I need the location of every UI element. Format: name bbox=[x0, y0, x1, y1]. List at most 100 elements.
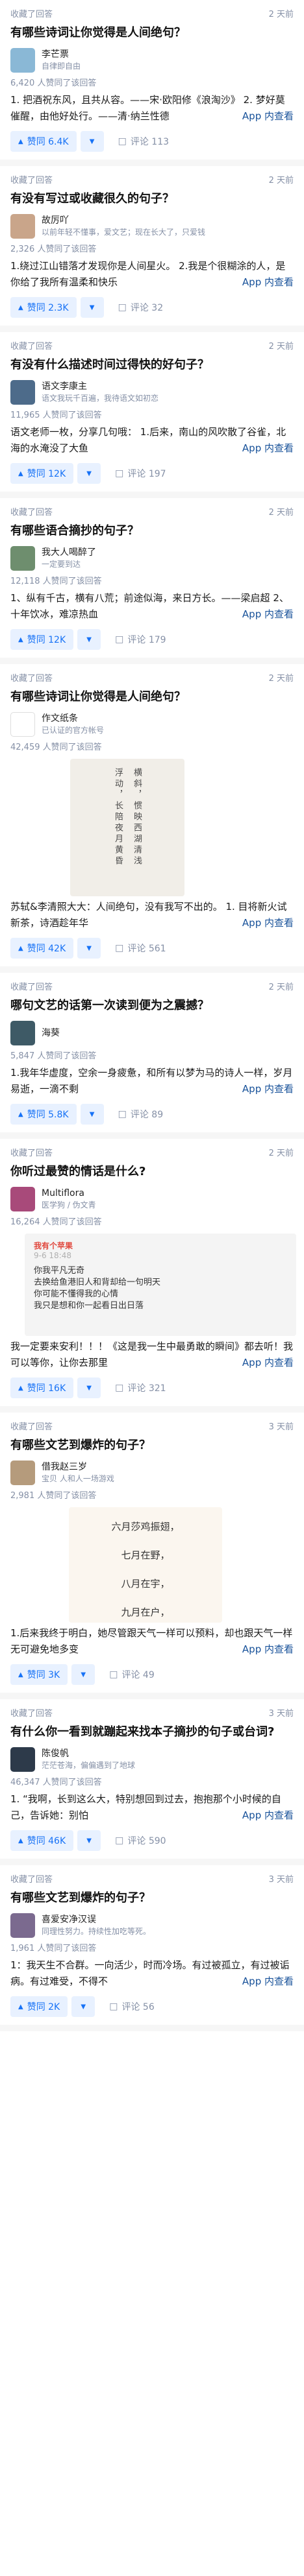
question-title[interactable]: 有哪些诗词让你觉得是人间绝句？ bbox=[10, 689, 294, 706]
author-row[interactable]: 借我赵三岁 宝贝 人和人一场游戏 bbox=[10, 1461, 294, 1485]
upvote-button[interactable]: ▲ 赞同 3K bbox=[10, 1664, 68, 1685]
author-name[interactable]: 陈俊帆 bbox=[42, 1748, 135, 1760]
downvote-button[interactable]: ▼ bbox=[71, 1996, 95, 2017]
downvote-button[interactable]: ▼ bbox=[77, 1830, 101, 1851]
feed-card[interactable]: 收藏了回答 2 天前 有哪些语合摘抄的句子？ 我大人喝醉了 一定要到达 12,1… bbox=[0, 498, 304, 664]
read-in-app-link[interactable]: App 内查看 bbox=[239, 915, 294, 931]
upvote-button[interactable]: ▲ 赞同 16K bbox=[10, 1377, 74, 1398]
read-in-app-link[interactable]: App 内查看 bbox=[239, 1081, 294, 1097]
read-in-app-link[interactable]: App 内查看 bbox=[239, 1974, 294, 1990]
author-name[interactable]: 故厉吖 bbox=[42, 215, 205, 227]
answer-excerpt[interactable]: 苏轼&李清照大大：人间绝句，没有我写不出的。 1. 目将新火试新茶，诗酒趁年华 … bbox=[10, 899, 294, 931]
avatar[interactable] bbox=[10, 712, 35, 737]
author-name[interactable]: 喜爱安净汉误 bbox=[42, 1914, 151, 1926]
question-title[interactable]: 有没有什么描述时间过得快的好句子？ bbox=[10, 357, 294, 374]
feed-card[interactable]: 收藏了回答 3 天前 有哪些文艺到爆炸的句子？ 喜爱安净汉误 同理性努力。持续性… bbox=[0, 1865, 304, 2031]
read-in-app-link[interactable]: App 内查看 bbox=[239, 1355, 294, 1371]
upvote-button[interactable]: ▲ 赞同 2K bbox=[10, 1996, 68, 2017]
question-title[interactable]: 有没有写过或收藏很久的句子？ bbox=[10, 191, 294, 208]
avatar[interactable] bbox=[10, 1747, 35, 1772]
question-title[interactable]: 有哪些文艺到爆炸的句子？ bbox=[10, 1890, 294, 1907]
avatar[interactable] bbox=[10, 1913, 35, 1938]
upvote-button[interactable]: ▲ 赞同 5.8K bbox=[10, 1104, 77, 1125]
upvote-button[interactable]: ▲ 赞同 12K bbox=[10, 463, 74, 484]
read-in-app-link[interactable]: App 内查看 bbox=[239, 274, 294, 291]
answer-excerpt[interactable]: 1. “我啊，长到这么大，特别想回到过去，抱抱那个小时候的自己，告诉她：别怕 A… bbox=[10, 1791, 294, 1824]
avatar[interactable] bbox=[10, 1187, 35, 1211]
feed-card[interactable]: 收藏了回答 2 天前 有没有什么描述时间过得快的好句子？ 语文李康主 语文我玩千… bbox=[0, 332, 304, 498]
comment-button[interactable]: □ 评论 197 bbox=[115, 467, 166, 480]
author-name[interactable]: 海葵 bbox=[42, 1027, 60, 1040]
feed-card[interactable]: 收藏了回答 2 天前 你听过最赞的情话是什么? Multiflora 医学狗 /… bbox=[0, 1139, 304, 1413]
author-row[interactable]: 作文纸条 已认证的官方帐号 bbox=[10, 712, 294, 737]
avatar[interactable] bbox=[10, 1021, 35, 1045]
feed-card[interactable]: 收藏了回答 3 天前 有什么你一看到就蹦起来找本子摘抄的句子或台词? 陈俊帆 茫… bbox=[0, 1699, 304, 1865]
answer-excerpt[interactable]: 1. 把酒祝东风，且共从容。——宋·欧阳修《浪淘沙》 2. 梦好莫催醒，由他好处… bbox=[10, 92, 294, 125]
author-name[interactable]: Multiflora bbox=[42, 1187, 96, 1200]
avatar[interactable] bbox=[10, 380, 35, 405]
downvote-button[interactable]: ▼ bbox=[80, 297, 104, 318]
author-name[interactable]: 李芒票 bbox=[42, 49, 81, 61]
read-in-app-link[interactable]: App 内查看 bbox=[239, 1641, 294, 1658]
feed-card[interactable]: 收藏了回答 2 天前 哪句文艺的话第一次读到便为之震撼？ 海葵 5,847 人赞… bbox=[0, 973, 304, 1139]
question-title[interactable]: 你听过最赞的情话是什么? bbox=[10, 1163, 294, 1180]
comment-button[interactable]: □ 评论 113 bbox=[118, 135, 169, 148]
avatar[interactable] bbox=[10, 546, 35, 571]
author-row[interactable]: 李芒票 自律即自由 bbox=[10, 48, 294, 73]
comment-button[interactable]: □ 评论 561 bbox=[115, 942, 166, 955]
comment-button[interactable]: □ 评论 32 bbox=[118, 301, 164, 314]
answer-excerpt[interactable]: 我一定要来安利！！！《这是我一生中最勇敢的瞬间》都去听！我可以等你，让你去那里 … bbox=[10, 1339, 294, 1371]
avatar[interactable] bbox=[10, 214, 35, 239]
downvote-button[interactable]: ▼ bbox=[77, 938, 101, 959]
comment-button[interactable]: □ 评论 321 bbox=[115, 1381, 166, 1394]
answer-excerpt[interactable]: 1.后来我终于明白，她尽管跟天气一样可以预料，却也跟天气一样无可避免地多变 Ap… bbox=[10, 1625, 294, 1658]
answer-excerpt[interactable]: 1、纵有千古，横有八荒；前途似海，来日方长。——梁启超 2、十年饮冰，难凉热血 … bbox=[10, 590, 294, 623]
comment-button[interactable]: □ 评论 590 bbox=[115, 1834, 166, 1847]
read-in-app-link[interactable]: App 内查看 bbox=[239, 440, 294, 457]
question-title[interactable]: 有哪些诗词让你觉得是人间绝句？ bbox=[10, 25, 294, 42]
avatar[interactable] bbox=[10, 48, 35, 73]
downvote-button[interactable]: ▼ bbox=[77, 629, 101, 650]
author-row[interactable]: 语文李康主 语文我玩千百遍，我待语文如初恋 bbox=[10, 380, 294, 405]
author-row[interactable]: 我大人喝醉了 一定要到达 bbox=[10, 546, 294, 571]
feed-card[interactable]: 收藏了回答 2 天前 有没有写过或收藏很久的句子？ 故厉吖 以前年轻不懂事，爱文… bbox=[0, 166, 304, 332]
upvote-button[interactable]: ▲ 赞同 12K bbox=[10, 629, 74, 650]
author-row[interactable]: 喜爱安净汉误 同理性努力。持续性加吃等死。 bbox=[10, 1913, 294, 1938]
author-name[interactable]: 我大人喝醉了 bbox=[42, 547, 96, 559]
author-row[interactable]: 陈俊帆 茫茫苍海，偏偏遇到了地球 bbox=[10, 1747, 294, 1772]
read-in-app-link[interactable]: App 内查看 bbox=[239, 1807, 294, 1824]
poem-image[interactable]: 浮动，长陪夜月黄昏 横斜，惯映西湖清浅 bbox=[70, 759, 184, 896]
feed-card[interactable]: 收藏了回答 2 天前 有哪些诗词让你觉得是人间绝句？ 李芒票 自律即自由 6,4… bbox=[0, 0, 304, 166]
answer-excerpt[interactable]: 1.我年华虚度，空余一身疲惫，和所有以梦为马的诗人一样，岁月易逝，一滴不剩 Ap… bbox=[10, 1065, 294, 1097]
downvote-button[interactable]: ▼ bbox=[80, 131, 104, 152]
comment-button[interactable]: □ 评论 179 bbox=[115, 633, 166, 646]
author-name[interactable]: 借我赵三岁 bbox=[42, 1461, 114, 1473]
author-row[interactable]: 故厉吖 以前年轻不懂事，爱文艺；现在长大了，只爱钱 bbox=[10, 214, 294, 239]
upvote-button[interactable]: ▲ 赞同 6.4K bbox=[10, 131, 77, 152]
feed-card[interactable]: 收藏了回答 3 天前 有哪些文艺到爆炸的句子？ 借我赵三岁 宝贝 人和人一场游戏… bbox=[0, 1413, 304, 1699]
answer-excerpt[interactable]: 1.绕过江山错落才发现你是人间星火。 2.我是个很糊涂的人，是你给了我所有温柔和… bbox=[10, 258, 294, 291]
question-title[interactable]: 哪句文艺的话第一次读到便为之震撼？ bbox=[10, 997, 294, 1014]
note-image[interactable]: 我有个苹果 9-6 18:48 你我平凡无奇 去换给鱼港旧人和背却给一句明天 你可能不懂… bbox=[25, 1234, 296, 1336]
read-in-app-link[interactable]: App 内查看 bbox=[239, 108, 294, 125]
avatar[interactable] bbox=[10, 1461, 35, 1485]
downvote-button[interactable]: ▼ bbox=[77, 1377, 101, 1398]
answer-excerpt[interactable]: 1：我天生不合群。一向活少，时而冷场。有过被孤立，有过被诟病。有过难受，不得不 … bbox=[10, 1957, 294, 1990]
author-row[interactable]: Multiflora 医学狗 / 伪文青 bbox=[10, 1187, 294, 1211]
downvote-button[interactable]: ▼ bbox=[77, 463, 101, 484]
author-name[interactable]: 作文纸条 bbox=[42, 713, 104, 725]
upvote-button[interactable]: ▲ 赞同 2.3K bbox=[10, 297, 77, 318]
question-title[interactable]: 有哪些文艺到爆炸的句子？ bbox=[10, 1437, 294, 1454]
downvote-button[interactable]: ▼ bbox=[80, 1104, 104, 1125]
comment-button[interactable]: □ 评论 56 bbox=[109, 2000, 155, 2013]
question-title[interactable]: 有什么你一看到就蹦起来找本子摘抄的句子或台词? bbox=[10, 1724, 294, 1741]
comment-button[interactable]: □ 评论 49 bbox=[109, 1668, 155, 1681]
upvote-button[interactable]: ▲ 赞同 46K bbox=[10, 1830, 74, 1851]
author-name[interactable]: 语文李康主 bbox=[42, 381, 158, 393]
feed-card[interactable]: 收藏了回答 2 天前 有哪些诗词让你觉得是人间绝句？ 作文纸条 已认证的官方帐号… bbox=[0, 664, 304, 973]
read-in-app-link[interactable]: App 内查看 bbox=[239, 606, 294, 623]
downvote-button[interactable]: ▼ bbox=[71, 1664, 95, 1685]
upvote-button[interactable]: ▲ 赞同 42K bbox=[10, 938, 74, 959]
comment-button[interactable]: □ 评论 89 bbox=[118, 1108, 164, 1121]
answer-excerpt[interactable]: 语文老师一枚，分享几句哦： 1.后来，南山的风吹散了谷雀，北海的水淹没了大鱼 A… bbox=[10, 424, 294, 457]
